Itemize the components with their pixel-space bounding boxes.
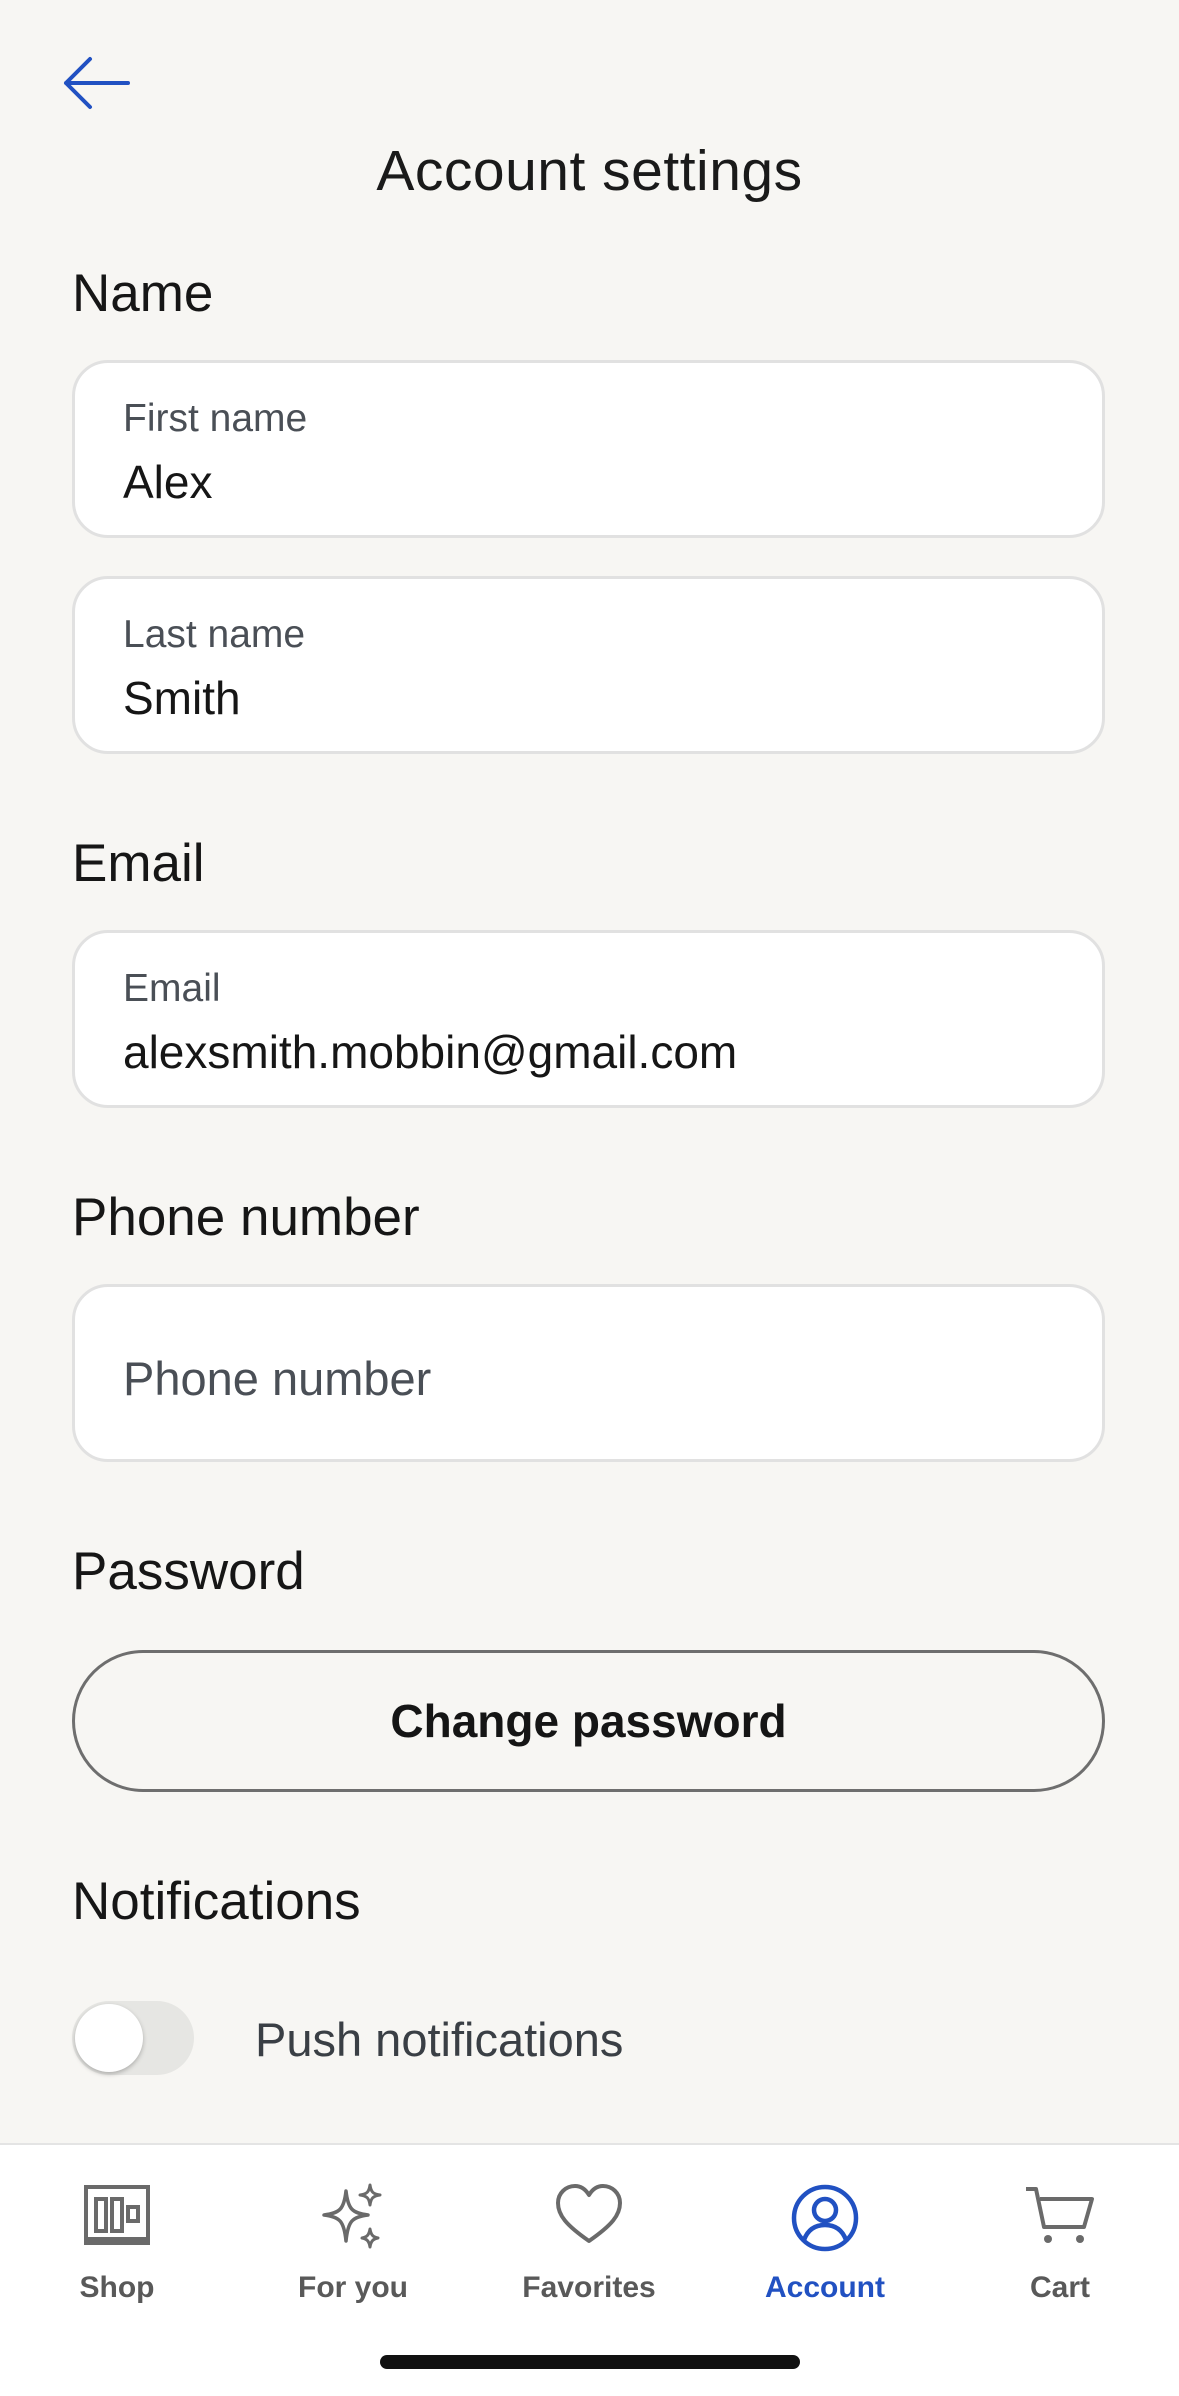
tab-favorites[interactable]: Favorites [489,2165,689,2315]
section-title-phone: Phone number [72,1188,420,1247]
email-field[interactable]: Email alexsmith.mobbin@gmail.com [72,930,1105,1108]
tab-label-favorites: Favorites [522,2271,656,2304]
last-name-value: Smith [123,672,241,724]
first-name-label: First name [123,397,308,440]
push-notifications-toggle[interactable] [72,2001,194,2075]
email-label: Email [123,967,221,1010]
section-title-notifications: Notifications [72,1872,361,1931]
change-password-button[interactable]: Change password [72,1650,1105,1792]
toggle-knob [75,2004,143,2072]
last-name-field[interactable]: Last name Smith [72,576,1105,754]
arrow-left-icon [64,57,130,109]
first-name-field[interactable]: First name Alex [72,360,1105,538]
tab-shop[interactable]: Shop [17,2165,217,2315]
tab-cart[interactable]: Cart [960,2165,1160,2315]
phone-number-placeholder: Phone number [123,1352,432,1405]
section-title-password: Password [72,1542,305,1601]
phone-number-field[interactable]: Phone number [72,1284,1105,1462]
sparkle-icon [322,2183,382,2249]
account-icon [791,2184,859,2252]
section-title-email: Email [72,834,205,893]
last-name-label: Last name [123,613,306,656]
tab-label-for-you: For you [298,2271,408,2304]
tab-for-you[interactable]: For you [253,2165,453,2315]
section-title-name: Name [72,264,214,323]
tab-label-cart: Cart [1029,2271,1090,2304]
email-value: alexsmith.mobbin@gmail.com [123,1026,738,1078]
heart-icon [556,2184,622,2243]
home-indicator [380,2355,800,2369]
tab-label-account: Account [765,2271,885,2304]
cart-icon [1026,2187,1094,2243]
first-name-value: Alex [123,456,213,508]
page-title: Account settings [376,139,803,203]
tab-account[interactable]: Account [725,2165,925,2315]
shop-icon [84,2185,150,2245]
push-notifications-label: Push notifications [255,2013,624,2066]
back-button[interactable] [60,55,132,111]
tab-label-shop: Shop [79,2271,155,2304]
